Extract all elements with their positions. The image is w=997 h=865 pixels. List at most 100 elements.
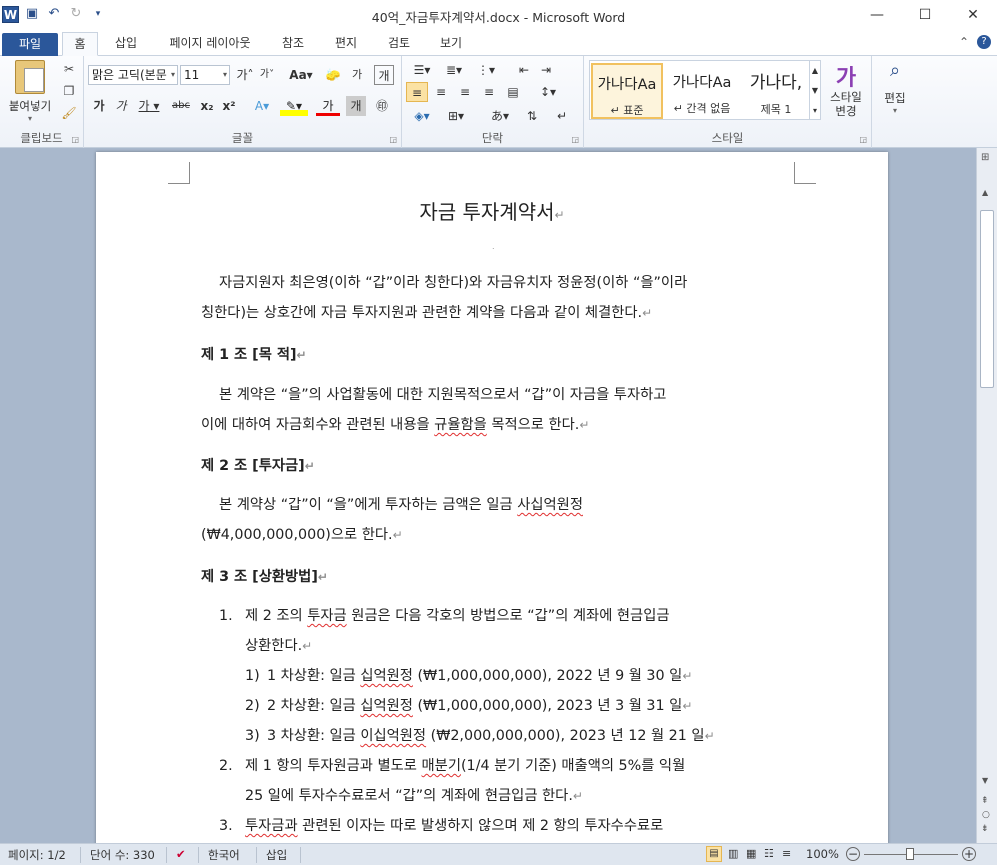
help-icon[interactable]: ? xyxy=(977,35,991,49)
list-item: 2. 제 1 항의 투자원금과 별도로 매분기(1/4 분기 기준) 매출액의 … xyxy=(219,758,686,774)
multilevel-list-icon[interactable]: ⋮▾ xyxy=(472,60,500,80)
scroll-thumb[interactable] xyxy=(980,210,994,388)
numbering-icon[interactable]: ≣▾ xyxy=(440,60,468,80)
article-3-heading: 제 3 조 [상환방법]↵ xyxy=(201,569,328,585)
char-border-button[interactable]: 개 xyxy=(374,65,394,85)
font-name-combo[interactable]: 맑은 고딕(본문 ▾ xyxy=(88,65,178,85)
print-layout-icon[interactable]: ▤ xyxy=(706,846,722,862)
bold-button[interactable]: 가 xyxy=(90,96,108,116)
tab-insert[interactable]: 삽입 xyxy=(104,32,148,56)
superscript-button[interactable]: x² xyxy=(220,96,238,116)
bullets-icon[interactable]: ☰▾ xyxy=(408,60,436,80)
borders-icon[interactable]: ⊞▾ xyxy=(442,106,470,126)
enclose-chars-icon[interactable]: ㊞ xyxy=(372,96,392,116)
word-count[interactable]: 단어 수: 330 xyxy=(90,847,155,863)
decrease-indent-icon[interactable]: ⇤ xyxy=(514,60,534,80)
scroll-up-icon[interactable]: ▲ xyxy=(982,188,988,197)
draft-icon[interactable]: ≡ xyxy=(782,847,791,860)
editing-button[interactable]: ⌕ 편집 ▾ xyxy=(876,60,914,115)
crop-mark xyxy=(168,162,190,184)
highlight-color-icon[interactable]: ✎▾ xyxy=(280,96,308,116)
cut-icon[interactable]: ✂ xyxy=(60,60,78,78)
close-button[interactable]: ✕ xyxy=(949,0,997,30)
outline-icon[interactable]: ☷ xyxy=(764,847,774,860)
article-1-heading: 제 1 조 [목 적]↵ xyxy=(201,347,307,363)
ruler-toggle-icon[interactable]: ⊞ xyxy=(981,152,989,163)
vertical-scrollbar[interactable]: ⊞ ▲ ▼ ⇞ ○ ⇟ xyxy=(976,148,997,843)
tab-home[interactable]: 홈 xyxy=(62,32,98,56)
crop-mark xyxy=(794,162,816,184)
paragraph-dialog-launcher-icon[interactable]: ◲ xyxy=(571,135,579,144)
styles-dialog-launcher-icon[interactable]: ◲ xyxy=(859,135,867,144)
title-bar: W ▣ ↶ ↻ ▾ 40억_자금투자계약서.docx - Microsoft W… xyxy=(0,0,997,30)
tab-mailings[interactable]: 편지 xyxy=(323,32,369,56)
clear-format-icon[interactable]: 🧽 xyxy=(322,65,344,85)
change-styles-button[interactable]: 가 스타일 변경 xyxy=(822,60,870,118)
paste-button[interactable]: 붙여넣기 ▾ xyxy=(4,60,56,123)
align-center-icon[interactable]: ≡ xyxy=(430,82,452,102)
grow-font-button[interactable]: 가˄ xyxy=(236,65,254,85)
page-count[interactable]: 페이지: 1/2 xyxy=(8,847,66,863)
next-page-icon[interactable]: ⇟ xyxy=(981,824,989,834)
increase-indent-icon[interactable]: ⇥ xyxy=(536,60,556,80)
char-shading-icon[interactable]: 개 xyxy=(346,96,366,116)
maximize-button[interactable]: ☐ xyxy=(901,0,949,30)
justify-icon[interactable]: ≡ xyxy=(478,82,500,102)
underline-button[interactable]: 가 ▾ xyxy=(136,96,162,116)
article-1-body: 본 계약은 “을”의 사업활동에 대한 지원목적으로서 “갑”이 자금을 투자하… xyxy=(201,387,667,433)
previous-page-icon[interactable]: ⇞ xyxy=(981,796,989,806)
document-page[interactable]: 자금 투자계약서↵ . 자금지원자 최은영(이하 “갑”이라 칭한다)와 자금유… xyxy=(96,152,888,843)
align-left-icon[interactable]: ≡ xyxy=(406,82,428,102)
language-indicator[interactable]: 한국어 xyxy=(208,847,240,863)
minimize-ribbon-icon[interactable]: ⌃ xyxy=(959,35,969,49)
proofing-icon[interactable]: ✔ xyxy=(176,847,186,861)
intro-line-2: 칭한다)는 상호간에 자금 투자지원과 관련한 계약을 다음과 같이 체결한다.… xyxy=(201,305,653,321)
font-color-icon[interactable]: 가 xyxy=(316,96,340,116)
text-effects-icon[interactable]: A▾ xyxy=(250,96,274,116)
insert-mode-indicator[interactable]: 삽입 xyxy=(266,847,287,863)
scroll-down-icon[interactable]: ▼ xyxy=(982,776,988,785)
shading-icon[interactable]: ◈▾ xyxy=(408,106,436,126)
status-bar: 페이지: 1/2 단어 수: 330 ✔ 한국어 삽입 ▤ ▥ ▦ ☷ ≡ 10… xyxy=(0,843,997,865)
font-dialog-launcher-icon[interactable]: ◲ xyxy=(389,135,397,144)
zoom-out-icon[interactable]: − xyxy=(846,847,860,861)
sub-list-item: 2) 2 차상환: 일금 십억원정 (₩1,000,000,000), 2023… xyxy=(245,698,693,714)
font-size-combo[interactable]: 11 ▾ xyxy=(180,65,230,85)
styles-scroll-icon[interactable]: ▲ ▼ ▾ xyxy=(809,60,821,120)
browse-object-icon[interactable]: ○ xyxy=(982,810,990,820)
distributed-icon[interactable]: ▤ xyxy=(502,82,524,102)
document-canvas: 자금 투자계약서↵ . 자금지원자 최은영(이하 “갑”이라 칭한다)와 자금유… xyxy=(0,148,976,843)
tab-page-layout[interactable]: 페이지 레이아웃 xyxy=(158,32,262,56)
italic-button[interactable]: 가 xyxy=(112,96,130,116)
line-spacing-icon[interactable]: ↕▾ xyxy=(534,82,562,102)
style-heading-1[interactable]: 가나다, 제목 1 xyxy=(740,63,812,119)
zoom-slider-thumb[interactable] xyxy=(906,848,914,860)
web-layout-icon[interactable]: ▦ xyxy=(746,847,756,860)
format-painter-icon[interactable]: 🖌 xyxy=(60,104,78,122)
copy-icon[interactable]: ❐ xyxy=(60,82,78,100)
minimize-button[interactable]: — xyxy=(853,0,901,30)
tab-review[interactable]: 검토 xyxy=(376,32,422,56)
styles-group-label: 스타일 xyxy=(711,131,744,145)
style-no-spacing[interactable]: 가나다Aa ↵ 간격 없음 xyxy=(666,63,738,119)
tab-references[interactable]: 참조 xyxy=(270,32,316,56)
styles-group: 가나다Aa ↵ 표준 가나다Aa ↵ 간격 없음 가나다, 제목 1 ▲ ▼ ▾ 가… xyxy=(584,56,872,148)
align-right-icon[interactable]: ≡ xyxy=(454,82,476,102)
dialog-launcher-icon[interactable]: ◲ xyxy=(71,135,79,144)
asian-layout-icon[interactable]: あ▾ xyxy=(486,106,514,126)
sort-icon[interactable]: ⇅ xyxy=(522,106,542,126)
zoom-level[interactable]: 100% xyxy=(806,847,839,861)
intro-line-1: 자금지원자 최은영(이하 “갑”이라 칭한다)와 자금유치자 정윤정(이하 “을… xyxy=(219,275,688,291)
strikethrough-button[interactable]: abc xyxy=(168,96,194,116)
tab-file[interactable]: 파일 xyxy=(2,33,58,57)
zoom-in-icon[interactable]: + xyxy=(962,847,976,861)
subscript-button[interactable]: x₂ xyxy=(198,96,216,116)
show-marks-icon[interactable]: ↵ xyxy=(552,106,572,126)
shrink-font-button[interactable]: 가˅ xyxy=(258,65,276,85)
style-normal[interactable]: 가나다Aa ↵ 표준 xyxy=(591,63,663,119)
phonetic-guide-button[interactable]: 가 xyxy=(346,65,368,85)
tab-view[interactable]: 보기 xyxy=(428,32,474,56)
full-screen-reading-icon[interactable]: ▥ xyxy=(728,847,738,860)
change-case-button[interactable]: Aa▾ xyxy=(288,65,314,85)
clipboard-group: 붙여넣기 ▾ ✂ ❐ 🖌 클립보드 ◲ xyxy=(0,56,84,148)
